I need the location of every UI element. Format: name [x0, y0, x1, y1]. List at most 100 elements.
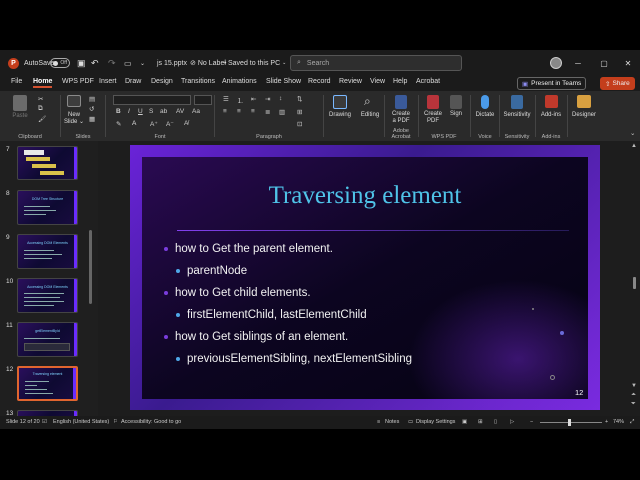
avatar[interactable]: [550, 57, 562, 69]
customize-toolbar-icon[interactable]: ⌄: [140, 50, 145, 76]
bullet-level-2[interactable]: previousElementSibling, nextElementSibli…: [176, 353, 412, 365]
copy-icon[interactable]: ⧉: [38, 105, 43, 113]
autosave-toggle[interactable]: Off: [50, 58, 70, 68]
wps-create-pdf-label[interactable]: Create PDF: [421, 111, 445, 125]
new-slide-icon[interactable]: [67, 95, 81, 107]
thumbnail-slide-10[interactable]: Accessing DOM Elements: [17, 278, 78, 313]
align-left-icon[interactable]: ≡: [223, 108, 227, 115]
tab-record[interactable]: Record: [308, 78, 331, 85]
drawing-label[interactable]: Drawing: [324, 112, 356, 119]
tab-insert[interactable]: Insert: [99, 78, 117, 85]
bullets-icon[interactable]: ☰: [223, 95, 229, 103]
zoom-slider[interactable]: [540, 422, 602, 423]
maximize-button[interactable]: ▢: [594, 59, 614, 68]
zoom-slider-handle[interactable]: [568, 419, 571, 426]
tab-design[interactable]: Design: [151, 78, 173, 85]
previous-slide-icon[interactable]: ⏶: [631, 392, 636, 399]
new-slide-label[interactable]: New Slide ⌄: [61, 112, 87, 126]
align-right-icon[interactable]: ≡: [251, 108, 255, 115]
minimize-button[interactable]: ─: [568, 59, 588, 68]
thumbnail-slide-7[interactable]: [17, 146, 78, 180]
cut-icon[interactable]: ✂: [38, 95, 43, 103]
slide-title[interactable]: Traversing element: [142, 182, 588, 210]
numbering-icon[interactable]: ⒈: [237, 95, 244, 105]
dictate-label[interactable]: Dictate: [471, 112, 499, 119]
save-icon[interactable]: ▣: [77, 50, 86, 76]
thumbnail-slide-12[interactable]: Traversing element: [17, 366, 78, 401]
sensitivity-button-label[interactable]: Sensitivity: [500, 112, 534, 119]
scroll-down-icon[interactable]: ▼: [631, 383, 637, 389]
tab-home[interactable]: Home: [33, 78, 53, 88]
grow-font-icon[interactable]: A⁺: [150, 120, 158, 128]
bold-icon[interactable]: B: [116, 108, 121, 115]
bullet-level-1[interactable]: how to Get child elements.: [164, 287, 311, 299]
shapes-icon[interactable]: [333, 95, 347, 109]
columns-icon[interactable]: ▥: [279, 108, 285, 116]
save-status[interactable]: Saved to this PC: [228, 60, 280, 67]
smartart-icon[interactable]: ⊡: [297, 120, 302, 128]
zoom-level[interactable]: 74%: [613, 419, 624, 425]
layout-icon[interactable]: ▤: [89, 95, 95, 103]
slideshow-from-start-icon[interactable]: ▭: [124, 50, 132, 76]
designer-label[interactable]: Designer: [568, 112, 600, 119]
scroll-up-icon[interactable]: ▲: [631, 143, 637, 149]
display-settings-button[interactable]: Display Settings: [416, 419, 455, 425]
thumbnail-slide-11[interactable]: getElementById: [17, 322, 78, 357]
designer-icon[interactable]: [577, 95, 591, 108]
shrink-font-icon[interactable]: A⁻: [166, 120, 174, 128]
close-button[interactable]: ✕: [618, 59, 638, 68]
redo-icon[interactable]: ↷: [108, 50, 116, 76]
present-in-teams-button[interactable]: ▣ Present in Teams: [517, 77, 587, 90]
editing-label[interactable]: Editing: [356, 112, 384, 119]
wps-create-pdf-icon[interactable]: [427, 95, 439, 109]
language-status[interactable]: English (United States): [53, 419, 109, 425]
normal-view-icon[interactable]: ▣: [462, 419, 467, 425]
create-pdf-icon[interactable]: [395, 95, 407, 109]
sign-label[interactable]: Sign: [446, 111, 466, 118]
increase-indent-icon[interactable]: ⇥: [265, 95, 270, 103]
bullet-level-1[interactable]: how to Get the parent element.: [164, 243, 333, 255]
align-center-icon[interactable]: ≡: [237, 108, 241, 115]
section-icon[interactable]: ▦: [89, 115, 95, 123]
sensitivity-icon[interactable]: [511, 95, 523, 109]
thumbnail-slide-9[interactable]: Accessing DOM Elements: [17, 234, 78, 269]
zoom-out-icon[interactable]: −: [530, 419, 533, 425]
sign-icon[interactable]: [450, 95, 462, 109]
tab-view[interactable]: View: [370, 78, 385, 85]
next-slide-icon[interactable]: ⏷: [631, 401, 636, 408]
create-pdf-label[interactable]: Create a PDF: [385, 111, 417, 125]
clear-format-icon[interactable]: A̸: [184, 120, 188, 127]
tab-animations[interactable]: Animations: [222, 78, 257, 85]
bullet-level-1[interactable]: how to Get siblings of an element.: [164, 331, 348, 343]
tab-file[interactable]: File: [11, 78, 22, 85]
search-input[interactable]: ⌕ Search: [290, 55, 462, 71]
tab-slide-show[interactable]: Slide Show: [266, 78, 301, 85]
share-button[interactable]: ⇧ Share: [600, 77, 635, 90]
tab-acrobat[interactable]: Acrobat: [416, 78, 440, 85]
current-slide[interactable]: Traversing element how to Get the parent…: [130, 145, 600, 410]
zoom-in-icon[interactable]: +: [605, 419, 608, 425]
font-color-icon[interactable]: A: [132, 120, 136, 127]
align-text-icon[interactable]: ⊞: [297, 108, 302, 116]
char-spacing-icon[interactable]: AV: [176, 108, 184, 115]
bullet-level-2[interactable]: parentNode: [176, 265, 247, 277]
addins-icon[interactable]: [545, 95, 558, 108]
font-name-combo[interactable]: [113, 95, 191, 105]
notes-button[interactable]: Notes: [385, 419, 399, 425]
tab-transitions[interactable]: Transitions: [181, 78, 215, 85]
decrease-indent-icon[interactable]: ⇤: [251, 95, 256, 103]
tab-review[interactable]: Review: [339, 78, 362, 85]
undo-icon[interactable]: ↶: [91, 50, 99, 76]
editor-scrollbar[interactable]: ▲ ▼ ⏶ ⏷: [628, 141, 640, 416]
format-painter-icon[interactable]: 🖌: [38, 115, 46, 123]
shadow-icon[interactable]: ab: [160, 108, 167, 115]
tab-help[interactable]: Help: [393, 78, 407, 85]
find-icon[interactable]: ⌕: [364, 94, 371, 109]
italic-icon[interactable]: I: [128, 108, 130, 115]
change-case-icon[interactable]: Aa: [192, 108, 200, 115]
line-spacing-icon[interactable]: ↕: [279, 95, 282, 102]
paste-icon[interactable]: [13, 95, 27, 111]
ribbon-collapse-icon[interactable]: ⌄: [630, 129, 635, 137]
tab-draw[interactable]: Draw: [125, 78, 141, 85]
highlight-icon[interactable]: ✎: [116, 120, 121, 128]
